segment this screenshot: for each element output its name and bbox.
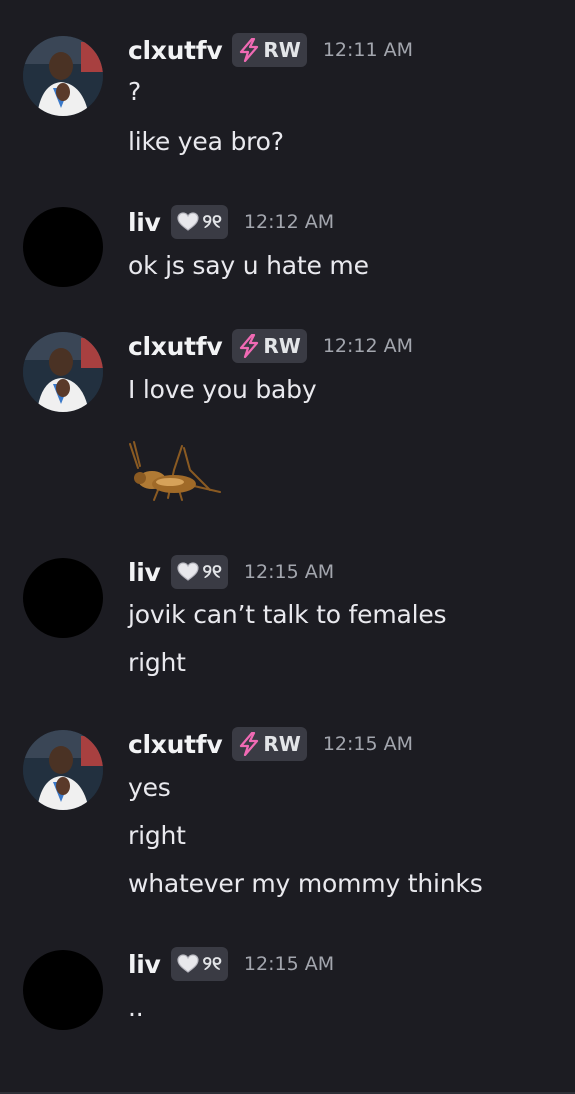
server-tag-text: ୨୧ <box>202 561 222 583</box>
avatar[interactable] <box>23 950 103 1030</box>
server-tag[interactable]: RW <box>232 33 307 67</box>
timestamp: 12:12 AM <box>322 335 413 357</box>
heart-icon <box>176 954 199 973</box>
avatar-photo-icon <box>23 332 103 412</box>
cricket-sticker[interactable] <box>124 440 224 508</box>
avatar[interactable] <box>23 332 103 412</box>
message-text: right <box>128 821 186 850</box>
timestamp: 12:15 AM <box>322 733 413 755</box>
avatar[interactable] <box>23 730 103 810</box>
username[interactable]: clxutfv <box>128 730 223 759</box>
server-tag[interactable]: ୨୧ <box>170 555 228 589</box>
message-header: clxutfv RW 12:12 AM <box>128 326 413 366</box>
avatar[interactable] <box>23 558 103 638</box>
lightning-bolt-icon <box>240 334 259 358</box>
server-tag[interactable]: ୨୧ <box>170 947 228 981</box>
message-text: jovik can’t talk to females <box>128 600 447 629</box>
server-tag[interactable]: RW <box>232 727 307 761</box>
message-header: clxutfv RW 12:11 AM <box>128 30 413 70</box>
message-header: liv ୨୧ 12:15 AM <box>128 944 334 984</box>
message-text: like yea bro? <box>128 127 284 156</box>
lightning-bolt-icon <box>240 38 259 62</box>
username[interactable]: liv <box>128 208 161 237</box>
avatar-photo-icon <box>23 730 103 810</box>
lightning-bolt-icon <box>240 732 259 756</box>
username[interactable]: clxutfv <box>128 332 223 361</box>
server-tag-text: RW <box>263 38 301 62</box>
avatar[interactable] <box>23 36 103 116</box>
server-tag-text: RW <box>263 732 301 756</box>
message-text: .. <box>128 993 144 1022</box>
server-tag[interactable]: ୨୧ <box>170 205 228 239</box>
message-text: ok js say u hate me <box>128 251 369 280</box>
message-text: whatever my mommy thinks <box>128 869 483 898</box>
timestamp: 12:15 AM <box>243 561 335 583</box>
avatar[interactable] <box>23 207 103 287</box>
server-tag-text: ୨୧ <box>202 211 222 233</box>
message-header: liv ୨୧ 12:12 AM <box>128 202 334 242</box>
message-text: right <box>128 648 186 677</box>
message-header: liv ୨୧ 12:15 AM <box>128 552 334 592</box>
timestamp: 12:11 AM <box>322 39 413 61</box>
message-text: yes <box>128 773 171 802</box>
avatar-photo-icon <box>23 36 103 116</box>
message-header: clxutfv RW 12:15 AM <box>128 724 413 764</box>
heart-icon <box>176 212 199 231</box>
server-tag-text: ୨୧ <box>202 953 222 975</box>
heart-icon <box>176 562 199 581</box>
timestamp: 12:15 AM <box>243 953 335 975</box>
username[interactable]: clxutfv <box>128 36 223 65</box>
server-tag[interactable]: RW <box>232 329 307 363</box>
timestamp: 12:12 AM <box>243 211 335 233</box>
server-tag-text: RW <box>263 334 301 358</box>
username[interactable]: liv <box>128 558 161 587</box>
username[interactable]: liv <box>128 950 161 979</box>
message-text: ? <box>128 77 142 106</box>
message-text: I love you baby <box>128 375 317 404</box>
